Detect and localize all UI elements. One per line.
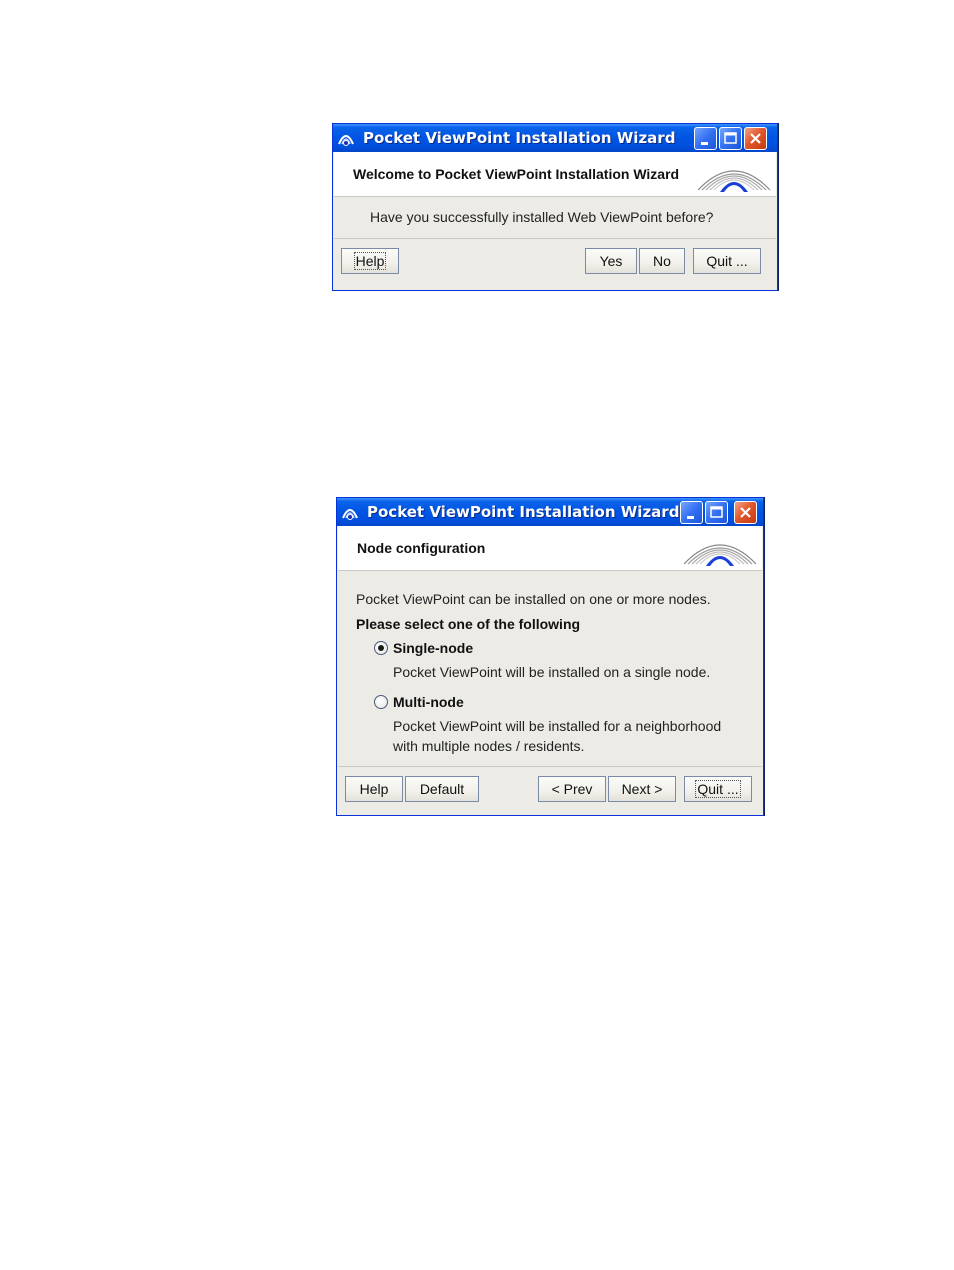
single-node-radio[interactable] <box>374 641 388 655</box>
maximize-icon <box>724 132 737 144</box>
app-icon <box>341 504 359 520</box>
multi-node-description-line-1: Pocket ViewPoint will be installed for a… <box>393 718 722 734</box>
header-title: Welcome to Pocket ViewPoint Installation… <box>353 166 680 182</box>
minimize-icon <box>701 142 708 145</box>
next-button[interactable]: Next > <box>608 776 676 802</box>
install-question: Have you successfully installed Web View… <box>370 209 714 225</box>
quit-button[interactable]: Quit ... <box>684 776 752 802</box>
minimize-button[interactable] <box>694 127 717 150</box>
prev-button[interactable]: < Prev <box>538 776 606 802</box>
wizard-header: Welcome to Pocket ViewPoint Installation… <box>334 152 776 197</box>
maximize-button[interactable] <box>705 501 728 524</box>
intro-text: Pocket ViewPoint can be installed on one… <box>356 591 711 607</box>
single-node-description: Pocket ViewPoint will be installed on a … <box>393 664 711 680</box>
close-button[interactable] <box>734 501 757 524</box>
no-button[interactable]: No <box>639 248 685 274</box>
multi-node-description-line-2: with multiple nodes / residents. <box>393 738 585 754</box>
button-bar-separator <box>338 766 762 767</box>
viewpoint-dome-logo <box>697 170 771 192</box>
viewpoint-dome-logo <box>683 544 757 566</box>
multi-node-radio[interactable] <box>374 695 388 709</box>
title-bar[interactable]: Pocket ViewPoint Installation Wizard <box>333 124 777 152</box>
window-title: Pocket ViewPoint Installation Wizard <box>367 503 680 521</box>
close-button[interactable] <box>744 127 767 150</box>
maximize-button[interactable] <box>719 127 742 150</box>
close-icon <box>740 507 751 518</box>
app-icon <box>337 130 355 146</box>
maximize-icon <box>710 506 723 518</box>
header-title: Node configuration <box>357 540 486 556</box>
title-bar[interactable]: Pocket ViewPoint Installation Wizard <box>337 498 763 526</box>
welcome-dialog: Pocket ViewPoint Installation Wizard Wel… <box>332 123 778 291</box>
yes-button[interactable]: Yes <box>585 248 637 274</box>
quit-button[interactable]: Quit ... <box>693 248 761 274</box>
multi-node-label[interactable]: Multi-node <box>393 694 464 710</box>
node-configuration-dialog: Pocket ViewPoint Installation Wizard Nod… <box>336 497 764 816</box>
wizard-header: Node configuration <box>338 526 762 571</box>
selection-prompt: Please select one of the following <box>356 616 581 632</box>
minimize-icon <box>687 516 694 519</box>
minimize-button[interactable] <box>680 501 703 524</box>
single-node-label[interactable]: Single-node <box>393 640 473 656</box>
default-button[interactable]: Default <box>405 776 479 802</box>
button-bar-separator <box>334 238 776 239</box>
window-title: Pocket ViewPoint Installation Wizard <box>363 129 676 147</box>
close-icon <box>750 133 761 144</box>
radio-selected-dot <box>378 645 384 651</box>
help-button[interactable]: Help <box>345 776 403 802</box>
help-button[interactable]: Help <box>341 248 399 274</box>
